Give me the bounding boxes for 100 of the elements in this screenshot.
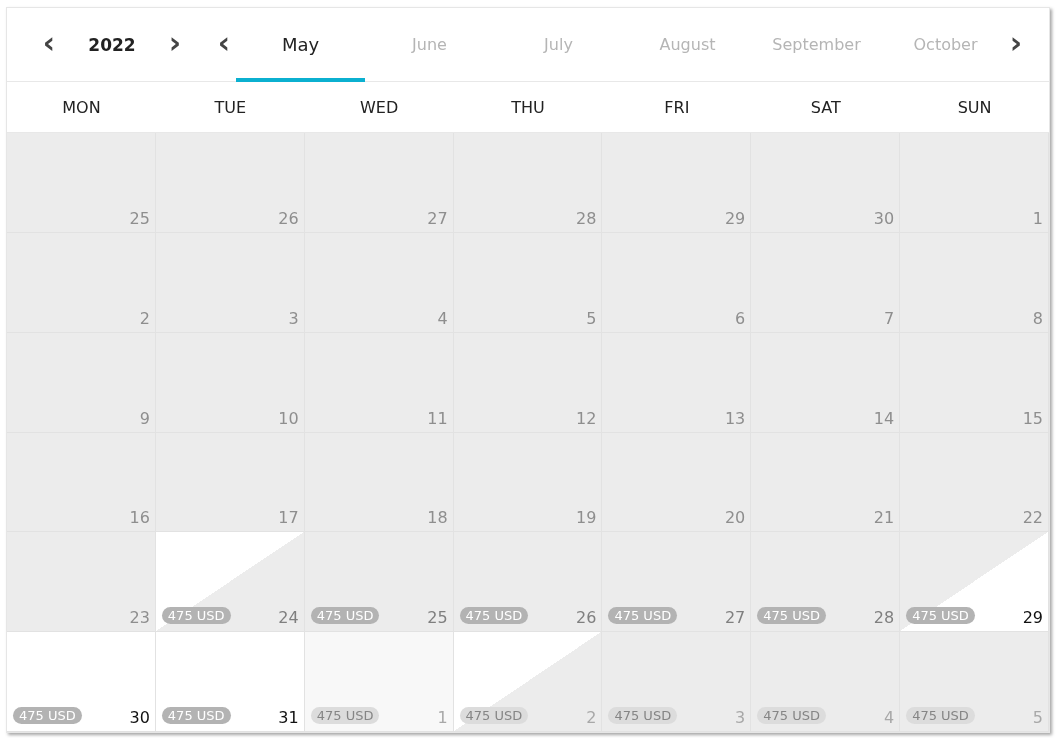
day-cell[interactable]: 7: [751, 232, 901, 333]
day-cell[interactable]: 15: [900, 332, 1049, 433]
day-number: 7: [883, 308, 895, 328]
day-number: 29: [1022, 608, 1043, 628]
day-cell[interactable]: 26: [155, 133, 305, 233]
previous-month-button[interactable]: ‹: [212, 27, 236, 58]
day-cell[interactable]: 30: [751, 133, 901, 233]
day-number: 4: [883, 708, 895, 727]
day-cell[interactable]: 475 USD 25: [304, 532, 454, 633]
day-cell[interactable]: 475 USD 2: [453, 632, 603, 732]
day-cell[interactable]: 475 USD 27: [602, 532, 752, 633]
day-number: 16: [129, 508, 150, 528]
price-tag: 475 USD: [13, 707, 82, 724]
day-number: 8: [1032, 308, 1043, 328]
day-cell[interactable]: 25: [7, 133, 156, 233]
day-cell[interactable]: 19: [453, 432, 603, 533]
price-tag: 475 USD: [608, 707, 678, 724]
day-number: 25: [427, 608, 448, 628]
day-number: 26: [278, 208, 299, 228]
price-tag: 475 USD: [459, 607, 529, 625]
price-tag: 475 USD: [906, 707, 975, 724]
day-cell[interactable]: 16: [7, 432, 156, 533]
day-number: 6: [735, 308, 746, 328]
price-tag: 475 USD: [757, 607, 826, 625]
day-cell[interactable]: 21: [751, 432, 901, 533]
month-tab[interactable]: May: [236, 7, 365, 82]
day-number: 28: [576, 208, 597, 228]
next-year-button[interactable]: ›: [163, 27, 187, 58]
price-tag: 475 USD: [310, 707, 380, 724]
day-number: 27: [724, 608, 746, 628]
day-cell[interactable]: 475 USD 31: [155, 632, 305, 732]
day-cell[interactable]: 3: [155, 232, 305, 333]
day-number: 5: [586, 308, 597, 328]
price-tag: 475 USD: [459, 707, 529, 724]
previous-year-button[interactable]: ‹: [37, 27, 61, 58]
day-cell[interactable]: 475 USD 1: [304, 632, 454, 732]
day-cell[interactable]: 13: [602, 332, 752, 433]
weekday-label: MON: [61, 97, 102, 117]
price-tag: 475 USD: [906, 607, 975, 625]
day-number: 23: [129, 608, 150, 628]
year-label: 2022: [87, 34, 137, 55]
day-cell[interactable]: 10: [155, 332, 305, 433]
day-cell[interactable]: 14: [751, 332, 901, 433]
day-cell[interactable]: 475 USD 5: [900, 632, 1049, 732]
day-number: 3: [288, 308, 299, 328]
day-number: 10: [278, 408, 299, 428]
weekday-label: FRI: [663, 97, 691, 117]
day-number: 28: [873, 608, 895, 628]
day-cell[interactable]: 475 USD 4: [751, 632, 901, 732]
day-number: 14: [873, 408, 895, 428]
day-number: 18: [427, 508, 448, 528]
day-number: 11: [427, 408, 448, 428]
day-number: 30: [873, 208, 895, 228]
day-cell[interactable]: 4: [304, 232, 454, 333]
day-cell[interactable]: 2: [7, 232, 156, 333]
day-number: 3: [735, 708, 746, 727]
day-number: 4: [437, 308, 448, 328]
day-cell[interactable]: 17: [155, 432, 305, 533]
day-number: 25: [129, 208, 150, 228]
day-number: 17: [278, 508, 299, 528]
day-number: 13: [724, 408, 746, 428]
day-cell[interactable]: 1: [900, 133, 1049, 233]
day-number: 12: [576, 408, 597, 428]
day-cell[interactable]: 29: [602, 133, 752, 233]
weekday-label: THU: [510, 97, 546, 117]
day-cell[interactable]: 27: [304, 133, 454, 233]
month-tab[interactable]: June: [365, 7, 494, 82]
day-number: 19: [576, 508, 597, 528]
day-number: 22: [1022, 508, 1043, 528]
day-cell[interactable]: 12: [453, 332, 603, 433]
day-number: 30: [129, 708, 150, 727]
weekday-label: WED: [359, 97, 400, 117]
day-cell[interactable]: 475 USD 24: [155, 532, 305, 633]
day-cell[interactable]: 475 USD 28: [751, 532, 901, 633]
day-number: 31: [278, 708, 299, 727]
day-number: 27: [427, 208, 448, 228]
day-cell[interactable]: 22: [900, 432, 1049, 533]
day-cell[interactable]: 18: [304, 432, 454, 533]
day-cell[interactable]: 475 USD 30: [7, 632, 156, 732]
month-tab[interactable]: August: [623, 7, 752, 82]
day-number: 29: [724, 208, 746, 228]
day-number: 20: [724, 508, 746, 528]
day-cell[interactable]: 475 USD 29: [900, 532, 1049, 633]
day-cell[interactable]: 5: [453, 232, 603, 333]
day-cell[interactable]: 475 USD 3: [602, 632, 752, 732]
day-cell[interactable]: 6: [602, 232, 752, 333]
day-cell[interactable]: 9: [7, 332, 156, 433]
month-tab[interactable]: July: [494, 7, 623, 82]
day-cell[interactable]: 11: [304, 332, 454, 433]
day-cell[interactable]: 8: [900, 232, 1049, 333]
month-tab[interactable]: September: [752, 7, 881, 82]
day-cell[interactable]: 28: [453, 133, 603, 233]
day-number: 15: [1022, 408, 1043, 428]
day-number: 2: [139, 308, 150, 328]
day-cell[interactable]: 475 USD 26: [453, 532, 603, 633]
day-cell[interactable]: 23: [7, 532, 156, 633]
day-number: 5: [1032, 708, 1043, 727]
day-cell[interactable]: 20: [602, 432, 752, 533]
day-number: 9: [139, 408, 150, 428]
weekday-label: SUN: [956, 97, 993, 117]
